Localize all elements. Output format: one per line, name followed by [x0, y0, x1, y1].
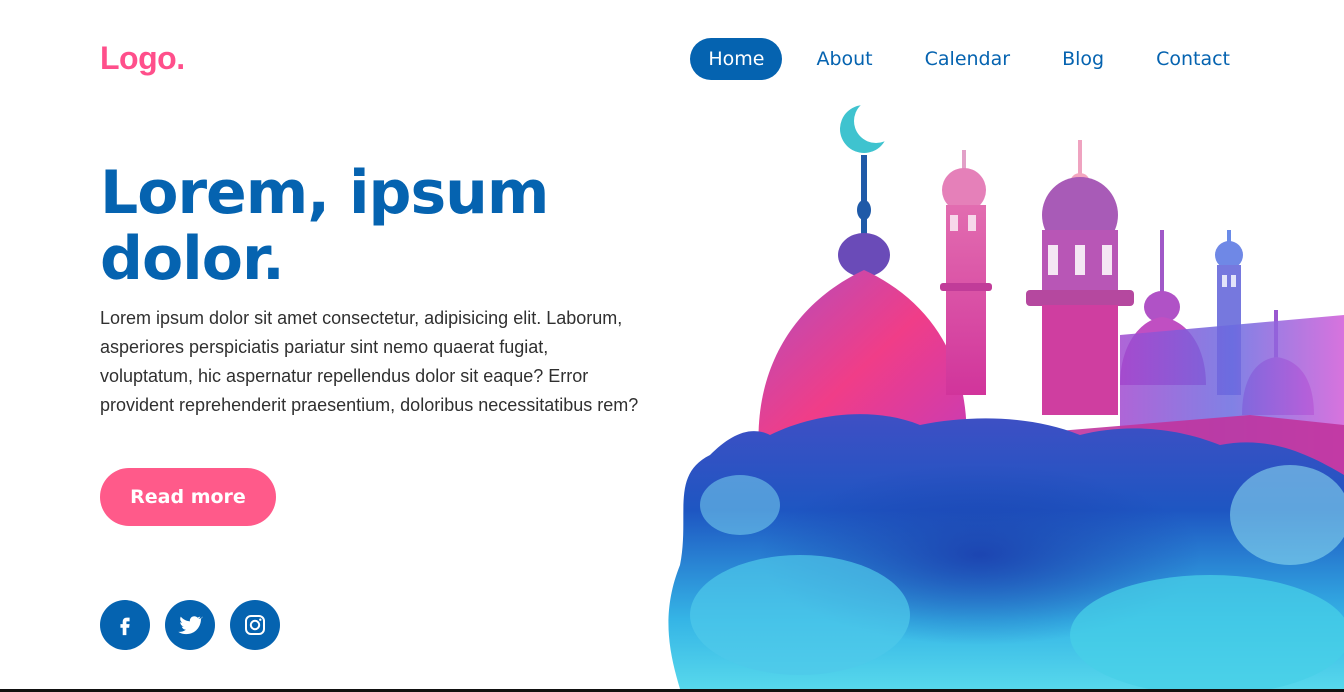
hero-description: Lorem ipsum dolor sit amet consectetur, …	[100, 308, 639, 415]
watercolor-mosque-illustration	[668, 99, 1344, 689]
instagram-icon[interactable]	[230, 600, 280, 650]
main-nav: Home About Calendar Blog Contact	[690, 38, 1248, 80]
read-more-button[interactable]: Read more	[100, 468, 276, 526]
logo[interactable]: Logo.	[100, 40, 185, 77]
social-links	[100, 600, 280, 650]
nav-calendar[interactable]: Calendar	[907, 38, 1028, 80]
twitter-icon[interactable]	[165, 600, 215, 650]
nav-contact[interactable]: Contact	[1138, 38, 1248, 80]
hero-title-line-2: dolor.	[100, 224, 285, 294]
hero-title: Lorem, ipsum dolor.	[100, 160, 660, 292]
nav-home[interactable]: Home	[690, 38, 783, 80]
facebook-icon[interactable]	[100, 600, 150, 650]
nav-about[interactable]: About	[798, 38, 890, 80]
hero-title-line-1: Lorem, ipsum	[100, 158, 549, 228]
nav-blog[interactable]: Blog	[1044, 38, 1122, 80]
